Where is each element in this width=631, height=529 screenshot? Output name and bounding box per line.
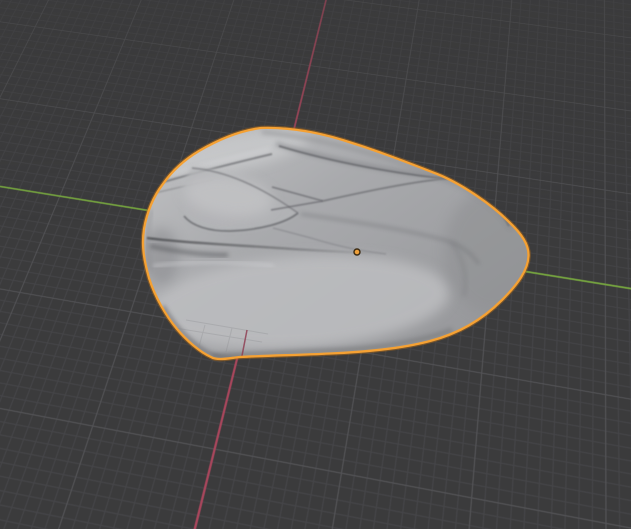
blender-3d-viewport[interactable]: [0, 0, 631, 529]
object-origin-dot[interactable]: [353, 248, 361, 256]
selected-mesh-object[interactable]: [0, 0, 631, 529]
